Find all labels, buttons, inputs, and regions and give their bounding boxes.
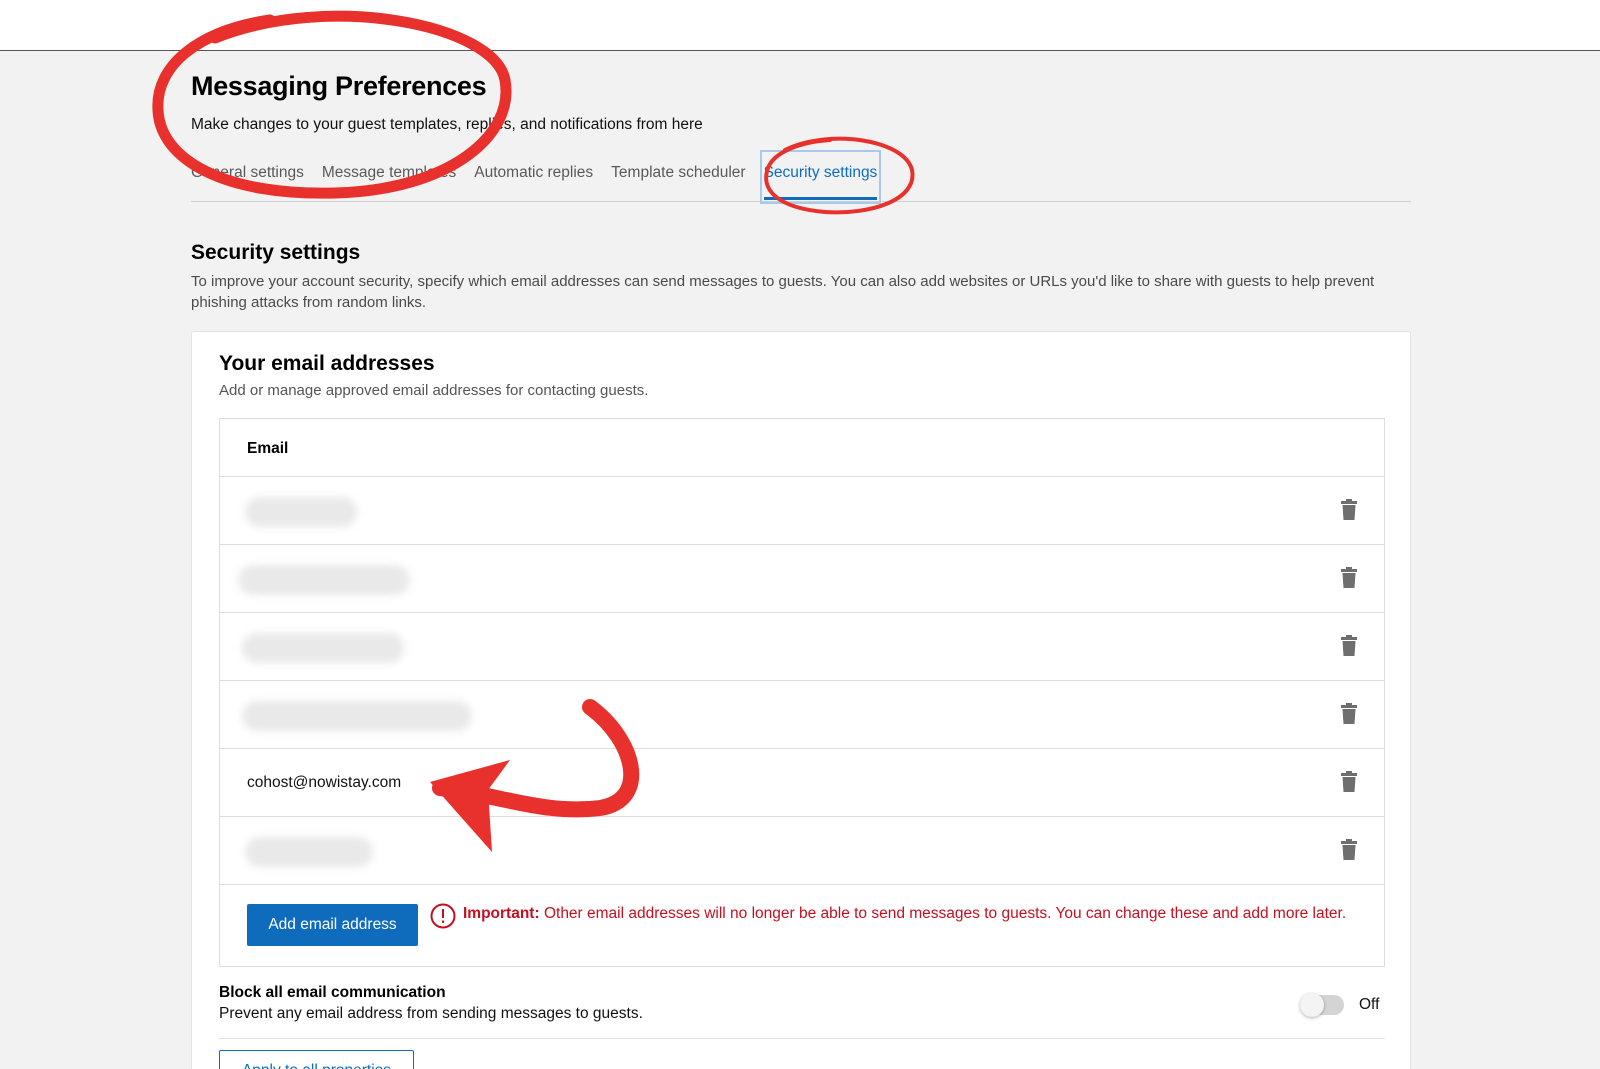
trash-icon[interactable] [1340,839,1358,861]
email-column-header: Email [220,419,1384,477]
trash-icon[interactable] [1340,499,1358,521]
top-bar [0,0,1600,51]
tab-security-settings[interactable]: Security settings [759,150,882,204]
table-row: cohost@nowistay.com [220,749,1384,817]
email-address: cohost@nowistay.com [247,774,402,791]
tab-bar: General settings Message templates Autom… [191,150,1411,204]
toggle-knob [1300,993,1324,1017]
warning-message: Important: Other email addresses will no… [463,903,1353,925]
divider [219,1038,1385,1039]
block-all-title: Block all email communication [219,984,446,1001]
page-subtitle: Make changes to your guest templates, re… [191,116,703,133]
alert-circle-icon [430,903,456,929]
table-footer: Add email address Important: Other email… [220,885,1384,963]
trash-icon[interactable] [1340,635,1358,657]
email-table: Email cohost@nowistay.com Add email addr… [219,418,1385,967]
table-row [220,477,1384,545]
email-addresses-card: Your email addresses Add or manage appro… [191,331,1411,1069]
toggle-state-label: Off [1359,996,1380,1013]
warning-label: Important: [463,905,540,922]
warning-text: Other email addresses will no longer be … [543,905,1347,922]
trash-icon[interactable] [1340,703,1358,725]
redacted-email [242,633,404,663]
redacted-email [245,837,373,867]
tab-general-settings[interactable]: General settings [191,154,304,202]
table-row [220,681,1384,749]
section-description: To improve your account security, specif… [191,273,1375,311]
tab-automatic-replies[interactable]: Automatic replies [474,154,593,202]
table-row [220,613,1384,681]
apply-to-all-button[interactable]: Apply to all properties [219,1050,414,1069]
redacted-email [238,565,410,595]
trash-icon[interactable] [1340,567,1358,589]
page-title: Messaging Preferences [191,71,487,101]
redacted-email [242,701,472,731]
card-description: Add or manage approved email addresses f… [219,382,649,399]
block-all-toggle[interactable] [1300,993,1344,1017]
redacted-email [245,497,357,527]
add-email-button[interactable]: Add email address [247,904,418,946]
card-title: Your email addresses [219,352,435,375]
tab-message-templates[interactable]: Message templates [322,154,456,202]
table-row [220,817,1384,885]
section-title: Security settings [191,241,361,264]
tab-template-scheduler[interactable]: Template scheduler [611,154,745,202]
trash-icon[interactable] [1340,771,1358,793]
table-row [220,545,1384,613]
block-all-description: Prevent any email address from sending m… [219,1005,643,1022]
